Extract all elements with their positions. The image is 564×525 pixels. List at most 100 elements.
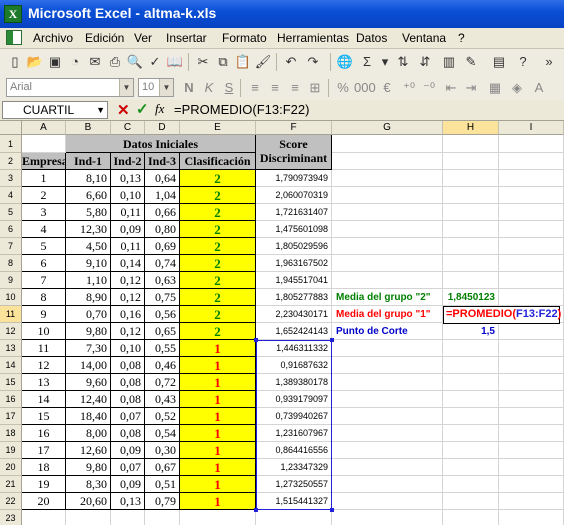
column-header-b[interactable]: B xyxy=(66,121,111,135)
ind2-cell[interactable]: 0,13 xyxy=(111,170,145,187)
ind1-cell[interactable]: 9,60 xyxy=(66,374,111,391)
ind1-cell[interactable]: 7,30 xyxy=(66,340,111,357)
grid-cell[interactable] xyxy=(499,255,564,272)
grid-cell[interactable] xyxy=(499,476,564,493)
grid-cell[interactable] xyxy=(499,170,564,187)
grid-cell[interactable] xyxy=(22,510,66,525)
grid-cell[interactable] xyxy=(332,340,443,357)
grid-cell[interactable] xyxy=(22,135,66,153)
grid-cell[interactable] xyxy=(443,187,499,204)
menu-edicion[interactable]: Edición xyxy=(85,31,124,45)
hyperlink-icon[interactable]: 🌐 xyxy=(336,53,354,71)
ind3-cell[interactable]: 0,72 xyxy=(145,374,180,391)
ind3-cell[interactable]: 0,54 xyxy=(145,425,180,442)
row-header-14[interactable]: 14 xyxy=(0,357,22,374)
clasificacion-cell[interactable]: 1 xyxy=(180,391,256,408)
sort-ascending-icon[interactable]: ⇅ xyxy=(394,53,412,71)
clasificacion-cell[interactable]: 2 xyxy=(180,187,256,204)
ind2-cell[interactable]: 0,13 xyxy=(111,493,145,510)
grid-cell[interactable] xyxy=(332,255,443,272)
menu-ver[interactable]: Ver xyxy=(134,31,152,45)
row-header-15[interactable]: 15 xyxy=(0,374,22,391)
research-icon[interactable]: 📖 xyxy=(166,53,184,71)
sort-descending-icon[interactable]: ⇵ xyxy=(416,53,434,71)
grid-cell[interactable] xyxy=(332,221,443,238)
clasificacion-cell[interactable]: 2 xyxy=(180,289,256,306)
score-cell[interactable]: 1,23347329 xyxy=(256,459,332,476)
empresa-cell[interactable]: 11 xyxy=(22,340,66,357)
ind3-cell[interactable]: 0,64 xyxy=(145,170,180,187)
grid-cell[interactable] xyxy=(443,340,499,357)
grid-cell[interactable] xyxy=(145,510,180,525)
clasificacion-cell[interactable]: 1 xyxy=(180,374,256,391)
column-header-h[interactable]: H xyxy=(443,121,499,135)
align-right-icon[interactable]: ≡ xyxy=(286,79,304,97)
empresa-cell[interactable]: 15 xyxy=(22,408,66,425)
italic-icon[interactable]: K xyxy=(200,79,218,97)
print-preview-icon[interactable]: 🔍 xyxy=(126,53,144,71)
grid-cell[interactable] xyxy=(332,476,443,493)
empresa-cell[interactable]: 6 xyxy=(22,255,66,272)
ind3-cell[interactable]: 0,56 xyxy=(145,306,180,323)
column-header-c[interactable]: C xyxy=(111,121,145,135)
grid-cell[interactable] xyxy=(499,204,564,221)
ind3-cell[interactable]: 0,80 xyxy=(145,221,180,238)
empresa-cell[interactable]: 17 xyxy=(22,442,66,459)
clasificacion-cell[interactable]: 2 xyxy=(180,255,256,272)
clasificacion-cell[interactable]: 1 xyxy=(180,425,256,442)
autosum-icon[interactable]: Σ xyxy=(358,53,376,71)
ind1-cell[interactable]: 12,40 xyxy=(66,391,111,408)
column-header-i[interactable]: I xyxy=(499,121,564,135)
score-cell[interactable]: 1,790973949 xyxy=(256,170,332,187)
ind3-cell[interactable]: 0,43 xyxy=(145,391,180,408)
font-size-combo[interactable]: 10 ▼ xyxy=(138,78,174,97)
grid-cell[interactable] xyxy=(499,510,564,525)
row-header-5[interactable]: 5 xyxy=(0,204,22,221)
grid-cell[interactable] xyxy=(499,459,564,476)
empresa-cell[interactable]: 1 xyxy=(22,170,66,187)
empresa-cell[interactable]: 18 xyxy=(22,459,66,476)
ind3-cell[interactable]: 0,52 xyxy=(145,408,180,425)
grid-cell[interactable] xyxy=(499,391,564,408)
row-header-1[interactable]: 1 xyxy=(0,135,22,153)
increase-indent-icon[interactable]: ⇥ xyxy=(462,79,480,97)
ind2-cell[interactable]: 0,10 xyxy=(111,187,145,204)
grid-cell[interactable] xyxy=(443,493,499,510)
score-cell[interactable]: 1,652424143 xyxy=(256,323,332,340)
ind3-cell[interactable]: 0,63 xyxy=(145,272,180,289)
grid-cell[interactable] xyxy=(499,323,564,340)
score-cell[interactable]: 1,805029596 xyxy=(256,238,332,255)
grid-cell[interactable] xyxy=(332,187,443,204)
grid-cell[interactable] xyxy=(443,170,499,187)
menu-ventana[interactable]: Ventana xyxy=(402,31,446,45)
row-header-9[interactable]: 9 xyxy=(0,272,22,289)
grid-cell[interactable] xyxy=(443,442,499,459)
print-icon[interactable]: ⎙ xyxy=(106,53,124,71)
row-header-11[interactable]: 11 xyxy=(0,306,22,323)
ind1-cell[interactable]: 8,00 xyxy=(66,425,111,442)
redo-icon[interactable]: ↷ xyxy=(304,53,322,71)
column-header-a[interactable]: A xyxy=(22,121,66,135)
ind3-cell[interactable]: 0,74 xyxy=(145,255,180,272)
grid-cell[interactable] xyxy=(499,442,564,459)
row-header-7[interactable]: 7 xyxy=(0,238,22,255)
menu-herramientas[interactable]: Herramientas xyxy=(277,31,349,45)
grid-cell[interactable] xyxy=(332,459,443,476)
ind1-cell[interactable]: 18,40 xyxy=(66,408,111,425)
row-header-4[interactable]: 4 xyxy=(0,187,22,204)
copy-icon[interactable]: ⧉ xyxy=(214,53,232,71)
score-cell[interactable]: 0,739940267 xyxy=(256,408,332,425)
ind3-cell[interactable]: 0,79 xyxy=(145,493,180,510)
toolbar-options-icon[interactable]: » xyxy=(540,53,558,71)
ind2-cell[interactable]: 0,08 xyxy=(111,425,145,442)
clasificacion-cell[interactable]: 1 xyxy=(180,493,256,510)
cancel-icon[interactable]: ✕ xyxy=(117,101,130,119)
ind2-cell[interactable]: 0,11 xyxy=(111,204,145,221)
thousands-icon[interactable]: 000 xyxy=(354,79,376,97)
ind3-cell[interactable]: 0,30 xyxy=(145,442,180,459)
menu-formato[interactable]: Formato xyxy=(222,31,267,45)
ind3-cell[interactable]: 0,65 xyxy=(145,323,180,340)
formula-edit-cell[interactable]: =PROMEDIO(F13:F22) xyxy=(443,306,561,324)
ind3-cell[interactable]: 0,69 xyxy=(145,238,180,255)
grid-cell[interactable] xyxy=(332,153,443,170)
